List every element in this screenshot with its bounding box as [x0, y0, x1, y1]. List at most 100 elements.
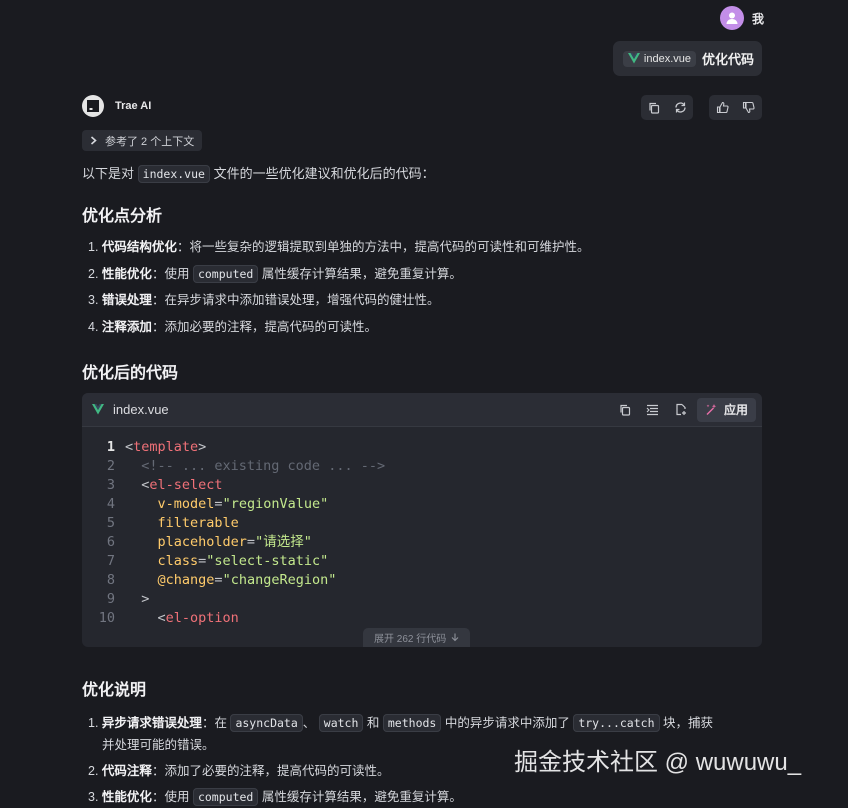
apply-label: 应用	[723, 403, 748, 417]
code-lines: 1 <template> 2 <!-- ... existing code ...…	[82, 438, 762, 628]
list-num: 3.	[88, 790, 99, 804]
point-title: 代码结构优化	[101, 240, 177, 254]
context-reference-toggle[interactable]: 参考了 2 个上下文	[82, 130, 203, 151]
code-line: 1 <template>	[82, 438, 762, 457]
inline-code: index.vue	[137, 165, 210, 183]
ai-name: Trae AI	[115, 100, 152, 112]
inline-code: watch	[318, 714, 364, 732]
insert-code-button[interactable]	[641, 397, 665, 422]
list-num: 4.	[88, 320, 99, 335]
code-text: placeholder="请选择"	[157, 534, 312, 550]
note-text: 在	[214, 716, 227, 730]
list-num: 2.	[88, 764, 99, 778]
thumbs-up-button[interactable]	[709, 95, 735, 120]
note-sep: ：	[151, 790, 165, 804]
inline-code: try...catch	[573, 714, 660, 732]
point-text: 属性缓存计算结果，避免重复计算。	[261, 266, 462, 281]
list-num: 1.	[88, 240, 99, 254]
user-icon	[726, 12, 738, 24]
point-sep: ：	[151, 320, 165, 335]
intro-after: 文件的一些优化建议和优化后的代码：	[213, 166, 435, 181]
code-line: 4 v-model="regionValue"	[82, 495, 762, 514]
note-sep: ：	[151, 764, 165, 778]
code-line: 2 <!-- ... existing code ... -->	[82, 457, 762, 476]
list-num: 3.	[88, 293, 99, 308]
code-line: 9 >	[82, 590, 762, 609]
note-title: 代码注释	[101, 764, 152, 778]
intro-before: 以下是对	[82, 166, 135, 181]
apply-button[interactable]: 应用	[696, 397, 756, 422]
file-reference-chip[interactable]: index.vue	[622, 50, 696, 67]
inline-code: computed	[192, 264, 259, 283]
copy-icon	[649, 102, 660, 114]
note-sep: ：	[201, 716, 215, 730]
code-text: <!-- ... existing code ... -->	[125, 458, 386, 474]
context-reference-label: 参考了 2 个上下文	[105, 135, 195, 148]
point-title: 错误处理	[101, 293, 152, 308]
point-text: 在异步请求中添加错误处理，增强代码的健壮性。	[164, 293, 440, 308]
point-text: 使用	[164, 266, 190, 281]
code-line: 7 class="select-static"	[82, 552, 762, 571]
arrow-down-icon	[451, 633, 459, 642]
point-title: 性能优化	[101, 266, 152, 281]
code-text: class="select-static"	[157, 553, 329, 569]
note-title: 异步请求错误处理	[101, 716, 202, 730]
inline-code: methods	[382, 714, 442, 732]
expand-label: 展开 262 行代码	[374, 634, 447, 645]
point-sep: ：	[151, 266, 165, 281]
code-line: 8 @change="changeRegion"	[82, 571, 762, 590]
list-item: 4. 注释添加：添加必要的注释，提高代码的可读性。	[88, 314, 589, 341]
point-text: 添加必要的注释，提高代码的可读性。	[164, 320, 377, 335]
user-message-bubble: index.vue 优化代码	[612, 41, 762, 76]
line-number: 7	[106, 553, 115, 569]
line-number: 5	[106, 515, 115, 531]
point-sep: ：	[151, 293, 165, 308]
section-title: 优化点分析	[82, 208, 163, 225]
code-line: 10 <el-option	[82, 609, 762, 628]
insert-icon	[647, 404, 659, 415]
optimization-points-list: 1. 代码结构优化：将一些复杂的逻辑提取到单独的方法中，提高代码的可读性和可维护…	[88, 234, 589, 341]
code-text: filterable	[125, 515, 239, 531]
note-item: 3. 性能优化：使用 computed 属性缓存计算结果，避免重复计算。	[88, 786, 462, 808]
user-message-text: 优化代码	[701, 52, 754, 67]
code-block: index.vue 应用 1 <template> 2 <!-- ... exis…	[82, 393, 762, 647]
copy-icon	[620, 404, 631, 416]
copy-button[interactable]	[641, 95, 667, 120]
new-file-button[interactable]	[669, 397, 693, 422]
line-number: 3	[106, 477, 115, 493]
regenerate-button[interactable]	[667, 95, 693, 120]
list-item: 3. 错误处理：在异步请求中添加错误处理，增强代码的健壮性。	[88, 287, 589, 314]
line-number: 8	[106, 572, 115, 588]
thumbs-down-button[interactable]	[735, 95, 761, 120]
magic-wand-icon	[706, 404, 717, 415]
vue-icon	[627, 53, 640, 64]
copy-code-button[interactable]	[613, 397, 637, 422]
note-text: 和	[366, 716, 380, 730]
section-title: 优化后的代码	[82, 365, 179, 382]
code-text: v-model="regionValue"	[157, 496, 329, 512]
note-item: 2. 代码注释：添加了必要的注释，提高代码的可读性。	[88, 760, 389, 782]
watermark: 掘金技术社区 @ wuwuwu_	[514, 749, 802, 776]
vue-icon	[92, 404, 104, 415]
note-text: 、	[302, 716, 316, 730]
code-text: <el-option	[157, 610, 239, 626]
note-text: 添加了必要的注释，提高代码的可读性。	[164, 764, 390, 778]
feedback-group	[709, 95, 762, 120]
line-number: 10	[98, 610, 115, 626]
code-actions: 应用	[613, 397, 756, 422]
expand-code-button[interactable]: 展开 262 行代码	[363, 628, 471, 647]
code-text: >	[141, 591, 150, 607]
user-avatar	[719, 6, 744, 30]
inline-code: computed	[192, 788, 259, 806]
intro-paragraph: 以下是对 index.vue 文件的一些优化建议和优化后的代码：	[82, 164, 435, 184]
trae-logo-icon	[82, 95, 104, 117]
refresh-icon	[674, 102, 686, 113]
user-header: 我	[719, 6, 764, 30]
ai-header: Trae AI	[82, 95, 151, 117]
note-text: 中的异步请求中添加了	[444, 716, 570, 730]
code-text: @change="changeRegion"	[157, 572, 337, 588]
line-number: 9	[106, 591, 115, 607]
chevron-right-icon	[90, 136, 97, 145]
note-text: 属性缓存计算结果，避免重复计算。	[261, 790, 462, 804]
section-title: 优化说明	[82, 682, 147, 699]
